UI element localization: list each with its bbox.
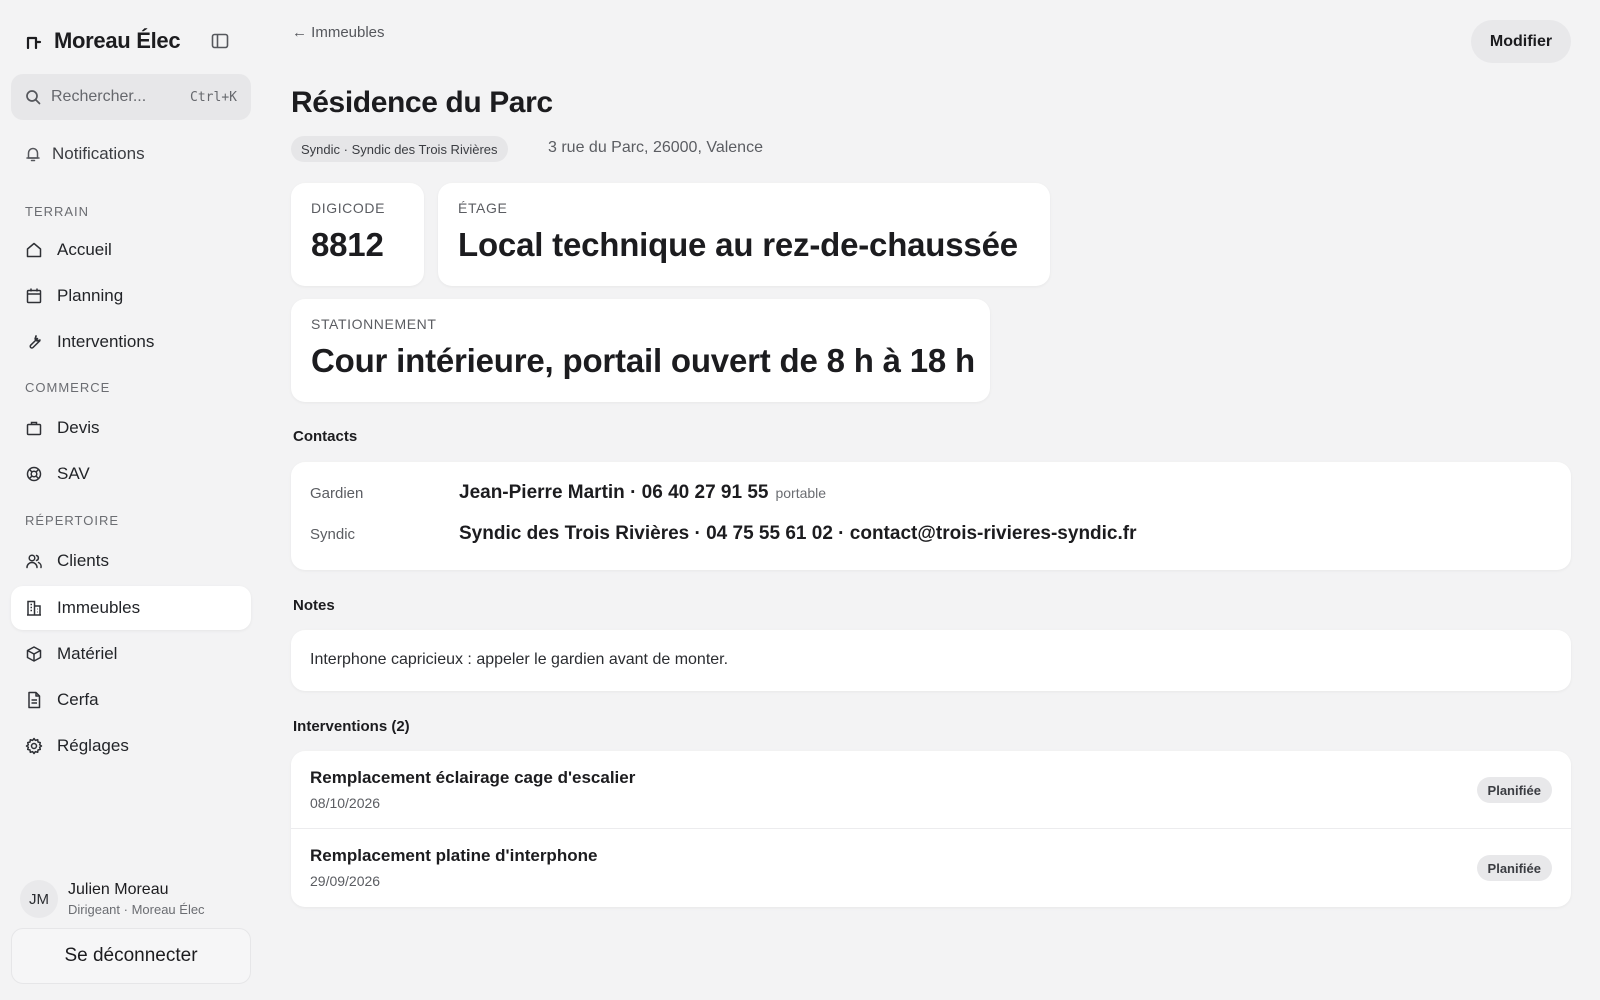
sidebar-item-reglages[interactable]: Réglages (11, 724, 251, 768)
contact-role: Gardien (310, 485, 364, 502)
section-title-repertoire: RÉPERTOIRE (25, 513, 120, 528)
sidebar-item-accueil[interactable]: Accueil (11, 228, 251, 272)
digicode-label: DIGICODE (311, 200, 386, 216)
brand[interactable]: Moreau Élec (26, 26, 181, 56)
stationnement-label: STATIONNEMENT (311, 316, 437, 332)
note-text: Interphone capricieux : appeler le gardi… (310, 651, 729, 668)
briefcase-icon (25, 419, 43, 437)
user-role: Dirigeant · Moreau Élec (68, 902, 205, 917)
contact-value[interactable]: Syndic des Trois Rivières · 04 75 55 61 … (459, 523, 1137, 545)
etage-value: Local technique au rez-de-chaussée (458, 226, 1018, 263)
contact-row-gardien: Gardien Jean-Pierre Martin · 06 40 27 91… (310, 482, 826, 504)
sidebar: Moreau Élec Rechercher... Ctrl+K Notific… (0, 0, 262, 1000)
notes-card: Interphone capricieux : appeler le gardi… (291, 630, 1571, 691)
sidebar-item-label: Matériel (57, 644, 118, 663)
search-shortcut: Ctrl+K (190, 89, 237, 105)
etage-label: ÉTAGE (458, 200, 508, 216)
contacts-card: Gardien Jean-Pierre Martin · 06 40 27 91… (291, 462, 1571, 570)
sidebar-item-planning[interactable]: Planning (11, 274, 251, 318)
lifebuoy-icon (25, 465, 43, 483)
intervention-title: Remplacement platine d'interphone (310, 846, 598, 865)
status-badge: Planifiée (1476, 855, 1552, 881)
etage-card: ÉTAGE Local technique au rez-de-chaussée (438, 183, 1050, 286)
notes-heading: Notes (293, 597, 335, 614)
page-title: Résidence du Parc (291, 86, 553, 119)
intervention-date: 08/10/2026 (310, 795, 381, 811)
sidebar-item-devis[interactable]: Devis (11, 406, 251, 450)
intervention-title: Remplacement éclairage cage d'escalier (310, 768, 636, 787)
sidebar-item-label: Clients (57, 551, 109, 570)
sidebar-item-label: Interventions (57, 332, 155, 351)
section-title-commerce: COMMERCE (25, 380, 111, 395)
interventions-card: Remplacement éclairage cage d'escalier 0… (291, 751, 1571, 907)
sidebar-item-immeubles[interactable]: Immeubles (11, 586, 251, 630)
search-input[interactable]: Rechercher... Ctrl+K (11, 74, 251, 120)
back-link[interactable]: ← Immeubles (292, 24, 385, 41)
home-icon (25, 241, 43, 259)
users-icon (25, 552, 43, 570)
bell-icon (24, 145, 42, 163)
logo-icon (26, 33, 42, 49)
logout-button[interactable]: Se déconnecter (11, 928, 251, 984)
contact-note: portable (775, 485, 827, 501)
sidebar-item-label: SAV (57, 464, 90, 483)
interventions-heading: Interventions (2) (293, 718, 410, 735)
search-icon (25, 89, 41, 105)
document-icon (25, 691, 43, 709)
sidebar-item-label: Réglages (57, 736, 129, 755)
intervention-date: 29/09/2026 (310, 873, 381, 889)
user-name: Julien Moreau (68, 881, 169, 898)
calendar-icon (25, 287, 43, 305)
syndic-tag: Syndic · Syndic des Trois Rivières (291, 136, 508, 162)
sidebar-item-label: Planning (57, 286, 124, 305)
notifications-label: Notifications (52, 144, 145, 163)
contacts-heading: Contacts (293, 428, 358, 445)
contact-value[interactable]: Jean-Pierre Martin · 06 40 27 91 55 (459, 482, 768, 504)
intervention-row[interactable]: Remplacement éclairage cage d'escalier 0… (291, 751, 1571, 827)
sidebar-item-clients[interactable]: Clients (11, 539, 251, 583)
building-icon (25, 599, 43, 617)
digicode-card: DIGICODE 8812 (291, 183, 424, 286)
sidebar-item-cerfa[interactable]: Cerfa (11, 678, 251, 722)
sidebar-item-interventions[interactable]: Interventions (11, 320, 251, 364)
package-icon (25, 645, 43, 663)
stationnement-value: Cour intérieure, portail ouvert de 8 h à… (311, 342, 975, 379)
notifications-link[interactable]: Notifications (24, 140, 145, 168)
status-badge: Planifiée (1476, 777, 1552, 803)
stationnement-card: STATIONNEMENT Cour intérieure, portail o… (291, 299, 990, 402)
edit-button[interactable]: Modifier (1471, 20, 1571, 63)
intervention-row[interactable]: Remplacement platine d'interphone 29/09/… (291, 828, 1571, 904)
sidebar-toggle-icon[interactable] (210, 31, 230, 51)
sidebar-item-label: Devis (57, 418, 100, 437)
sidebar-item-label: Accueil (57, 240, 112, 259)
digicode-value: 8812 (311, 226, 384, 263)
sidebar-item-label: Immeubles (57, 598, 141, 617)
sidebar-item-materiel[interactable]: Matériel (11, 632, 251, 676)
gear-icon (25, 737, 43, 755)
building-address: 3 rue du Parc, 26000, Valence (548, 139, 763, 156)
avatar: JM (20, 880, 58, 918)
app-name: Moreau Élec (54, 28, 181, 53)
sidebar-item-sav[interactable]: SAV (11, 452, 251, 496)
sidebar-item-label: Cerfa (57, 690, 99, 709)
contact-role: Syndic (310, 526, 356, 543)
search-placeholder: Rechercher... (51, 88, 147, 105)
wrench-icon (25, 333, 43, 351)
user-profile[interactable]: JM Julien Moreau Dirigeant · Moreau Élec (20, 880, 205, 918)
section-title-terrain: TERRAIN (25, 204, 90, 219)
contact-row-syndic: Syndic Syndic des Trois Rivières · 04 75… (310, 523, 1137, 545)
